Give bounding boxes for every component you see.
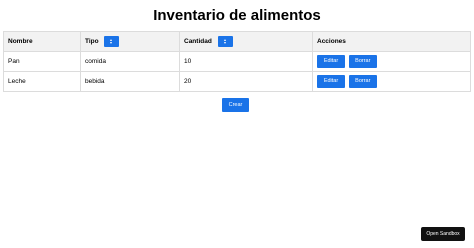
delete-button[interactable]: Borrar	[348, 55, 377, 68]
table-row: Pan comida 10 Editar Borrar	[3, 51, 471, 72]
page-title: Inventario de alimentos	[153, 7, 321, 24]
column-label-acciones: Acciones	[317, 38, 346, 45]
column-label-nombre: Nombre	[8, 38, 33, 45]
column-header-cantidad: Cantidad	[179, 31, 313, 52]
header-row: Nombre Tipo Cantidad Acciones	[3, 31, 471, 52]
sort-up-icon	[110, 38, 113, 41]
sort-up-icon	[223, 38, 226, 41]
cell-nombre: Leche	[3, 71, 81, 92]
column-label-tipo: Tipo	[85, 38, 99, 46]
page: Inventario de alimentos Nombre Tipo Cant…	[0, 0, 474, 248]
create-button[interactable]: Crear	[222, 98, 249, 112]
sort-cantidad-button[interactable]	[217, 36, 233, 47]
column-header-tipo: Tipo	[80, 31, 180, 52]
column-header-nombre: Nombre	[3, 31, 81, 52]
column-label-cantidad: Cantidad	[184, 38, 212, 46]
delete-button[interactable]: Borrar	[348, 75, 377, 88]
cell-acciones: Editar Borrar	[312, 71, 471, 92]
column-header-acciones: Acciones	[312, 31, 471, 52]
cell-cantidad: 20	[179, 71, 313, 92]
cell-nombre: Pan	[3, 51, 81, 72]
cell-cantidad: 10	[179, 51, 313, 72]
sort-down-icon	[223, 41, 226, 44]
table-header: Nombre Tipo Cantidad Acciones	[3, 31, 471, 52]
cell-tipo: bebida	[80, 71, 180, 92]
edit-button[interactable]: Editar	[317, 75, 345, 88]
cell-acciones: Editar Borrar	[312, 51, 471, 72]
table-row: Leche bebida 20 Editar Borrar	[3, 71, 471, 92]
open-sandbox-button[interactable]: Open Sandbox	[421, 227, 465, 241]
sort-down-icon	[110, 41, 113, 44]
sort-tipo-button[interactable]	[104, 36, 120, 47]
cell-tipo: comida	[80, 51, 180, 72]
table-body: Pan comida 10 Editar Borrar Leche bebida…	[3, 51, 471, 92]
inventory-table: Nombre Tipo Cantidad Acciones Pan comida…	[3, 31, 471, 92]
edit-button[interactable]: Editar	[317, 55, 345, 68]
